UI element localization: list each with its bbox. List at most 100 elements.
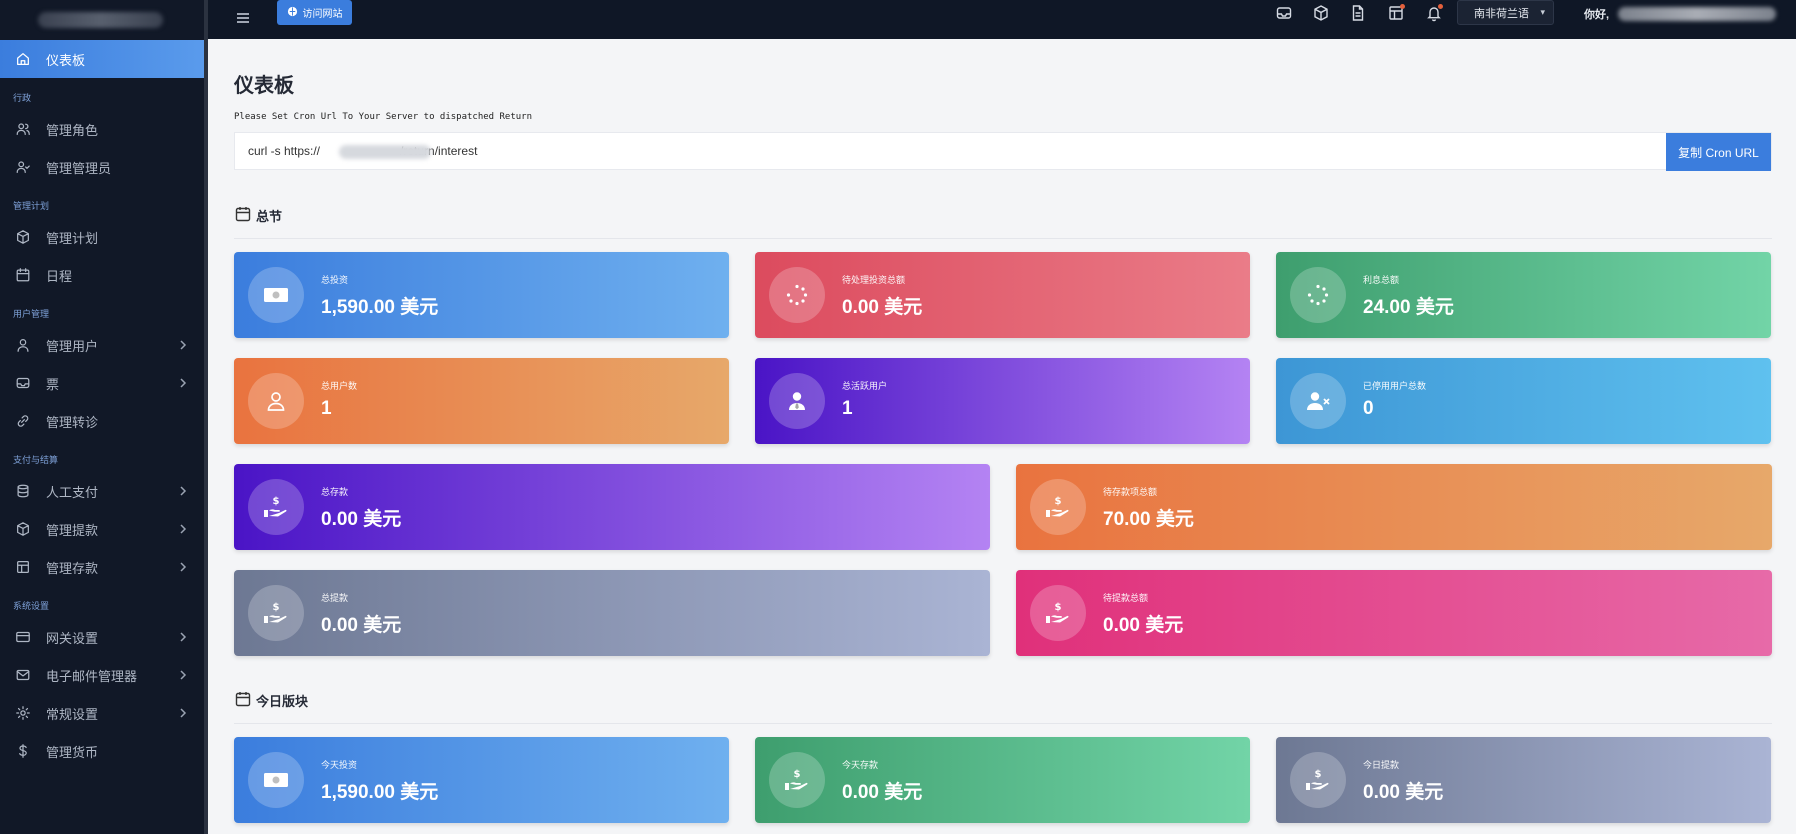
hand-dollar-icon: $ <box>1030 479 1086 535</box>
hamburger-menu-icon[interactable] <box>235 10 251 26</box>
stat-value: 0.00 美元 <box>842 782 923 803</box>
sidebar-item-label: 日程 <box>46 268 73 284</box>
cash-icon <box>248 267 304 323</box>
calendar-icon <box>14 266 32 284</box>
chevron-right-icon <box>176 376 190 390</box>
stat-card: $ 今日提款 0.00 美元 <box>1276 737 1771 823</box>
stat-card: 总投资 1,590.00 美元 <box>234 252 729 338</box>
sidebar-item-label: 管理用户 <box>46 338 99 354</box>
sidebar-item-label: 电子邮件管理器 <box>46 668 138 684</box>
sidebar-item-label: 管理转诊 <box>46 414 99 430</box>
stat-card: $ 待提款总额 0.00 美元 <box>1016 570 1772 656</box>
chevron-down-icon: ▾ <box>1540 7 1545 17</box>
stat-card: 今天投资 1,590.00 美元 <box>234 737 729 823</box>
cron-url-input[interactable] <box>235 133 1666 169</box>
layout-icon <box>14 558 32 576</box>
hand-dollar-icon: $ <box>248 585 304 641</box>
calendar-icon <box>234 690 252 711</box>
stat-label: 待存款项总额 <box>1103 487 1158 497</box>
stat-label: 总存款 <box>321 487 349 497</box>
cron-url-group: 复制 Cron URL <box>234 132 1772 171</box>
language-value: 南非荷兰语 <box>1474 7 1529 20</box>
sidebar-item-17[interactable]: 电子邮件管理器 <box>0 656 204 694</box>
stat-card: $ 待存款项总额 70.00 美元 <box>1016 464 1772 550</box>
sidebar-item-10[interactable]: 管理转诊 <box>0 402 204 440</box>
layout-icon[interactable] <box>1387 4 1405 22</box>
sidebar-item-label: 管理存款 <box>46 560 99 576</box>
notification-dot <box>1438 4 1443 9</box>
stat-card: $ 总提款 0.00 美元 <box>234 570 990 656</box>
stat-card: 总活跃用户 1 <box>755 358 1250 444</box>
logo-redacted <box>38 11 163 28</box>
bell-icon[interactable] <box>1425 4 1443 22</box>
cron-note: Please Set Cron Url To Your Server to di… <box>234 112 533 122</box>
user-name-redacted[interactable] <box>1618 7 1776 21</box>
stat-label: 待处理投资总额 <box>842 275 906 285</box>
section-header-today: 今日版块 <box>234 690 1772 724</box>
home-icon <box>14 50 32 68</box>
domain-redacted <box>339 145 431 159</box>
stat-value: 0 <box>1363 398 1374 419</box>
sidebar-section-heading: 系统设置 <box>13 601 50 611</box>
sidebar-item-18[interactable]: 常规设置 <box>0 694 204 732</box>
inbox-icon <box>14 374 32 392</box>
stat-label: 总活跃用户 <box>842 381 888 391</box>
mail-icon <box>14 666 32 684</box>
sidebar-item-0[interactable]: 仪表板 <box>0 40 204 78</box>
greeting-text: 你好, <box>1584 9 1610 21</box>
stat-value: 1 <box>321 398 332 419</box>
stat-value: 24.00 美元 <box>1363 297 1454 318</box>
stat-card: 待处理投资总额 0.00 美元 <box>755 252 1250 338</box>
hand-dollar-icon: $ <box>769 752 825 808</box>
sidebar-item-9[interactable]: 票 <box>0 364 204 402</box>
sidebar-item-5[interactable]: 管理计划 <box>0 218 204 256</box>
sidebar-item-12[interactable]: 人工支付 <box>0 472 204 510</box>
svg-text:$: $ <box>273 496 280 507</box>
sidebar-item-6[interactable]: 日程 <box>0 256 204 294</box>
stat-value: 0.00 美元 <box>1103 615 1184 636</box>
sidebar-item-13[interactable]: 管理提款 <box>0 510 204 548</box>
stat-card: 利息总额 24.00 美元 <box>1276 252 1771 338</box>
sidebar-scrollbar[interactable] <box>204 0 208 834</box>
stat-value: 1,590.00 美元 <box>321 297 439 318</box>
hand-dollar-icon: $ <box>1030 585 1086 641</box>
visit-site-button[interactable]: 访问网站 <box>277 0 352 25</box>
sidebar-item-19[interactable]: 管理货币 <box>0 732 204 770</box>
document-icon[interactable] <box>1349 4 1367 22</box>
box-icon[interactable] <box>1312 4 1330 22</box>
sidebar-item-3[interactable]: 管理管理员 <box>0 148 204 186</box>
cash-icon <box>248 752 304 808</box>
calendar-icon <box>234 205 252 226</box>
svg-text:$: $ <box>273 602 280 613</box>
sidebar-item-label: 人工支付 <box>46 484 99 500</box>
sidebar-item-14[interactable]: 管理存款 <box>0 548 204 586</box>
hand-dollar-icon: $ <box>248 479 304 535</box>
chevron-right-icon <box>176 522 190 536</box>
sidebar-item-label: 票 <box>46 376 60 392</box>
stat-value: 0.00 美元 <box>321 615 402 636</box>
logo[interactable] <box>0 0 204 39</box>
language-select[interactable]: 南非荷兰语 ▾ <box>1457 0 1554 25</box>
inbox-icon[interactable] <box>1275 4 1293 22</box>
section-header-total: 总节 <box>234 205 1772 239</box>
sidebar-section-heading: 用户管理 <box>13 309 50 319</box>
sidebar-item-label: 管理管理员 <box>46 160 112 176</box>
chevron-right-icon <box>176 630 190 644</box>
user-check-icon <box>14 158 32 176</box>
copy-cron-url-button[interactable]: 复制 Cron URL <box>1666 133 1771 171</box>
stat-card: $ 今天存款 0.00 美元 <box>755 737 1250 823</box>
stat-value: 0.00 美元 <box>842 297 923 318</box>
chevron-right-icon <box>176 668 190 682</box>
stat-label: 总用户数 <box>321 381 358 391</box>
sidebar-item-8[interactable]: 管理用户 <box>0 326 204 364</box>
stat-label: 今日提款 <box>1363 760 1400 770</box>
user-icon <box>14 336 32 354</box>
section-title-total: 总节 <box>256 209 283 224</box>
stat-label: 今天存款 <box>842 760 879 770</box>
stat-value: 1 <box>842 398 853 419</box>
svg-text:$: $ <box>1055 602 1062 613</box>
sidebar-item-16[interactable]: 网关设置 <box>0 618 204 656</box>
sidebar-item-2[interactable]: 管理角色 <box>0 110 204 148</box>
stat-value: 1,590.00 美元 <box>321 782 439 803</box>
chevron-right-icon <box>176 338 190 352</box>
